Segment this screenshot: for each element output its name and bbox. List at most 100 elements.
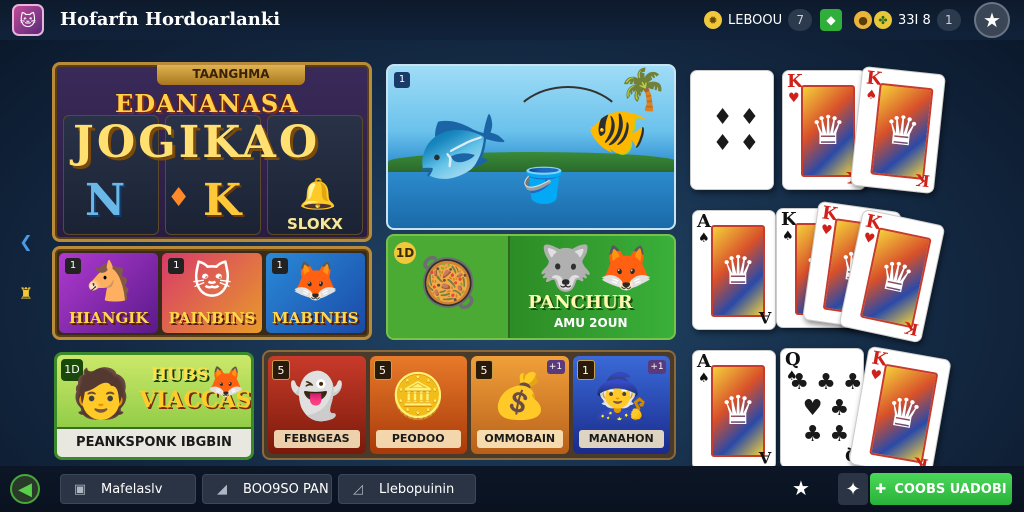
fish-icon: 🐟 (389, 77, 522, 208)
plus-icon: ✚ (875, 481, 887, 497)
sparkle-icon[interactable]: ✦ (838, 473, 868, 505)
game-tile-3[interactable]: 5 +1 💰 OMMOBAIN (471, 356, 569, 454)
game-tile-2-label: PEODOO (375, 430, 461, 448)
card-face: ♛ (870, 82, 934, 180)
card-rank-bottom: K (915, 170, 931, 191)
cat-icon: 🐱 (192, 259, 232, 303)
game-tile-3-label: OMMOBAIN (477, 430, 563, 448)
game-tile-1[interactable]: 5 👻 FEBNGEAS (268, 356, 366, 454)
tag-icon: ◢ (217, 481, 227, 497)
game-tile-3-corner: +1 (546, 360, 565, 374)
trophy-icon[interactable]: ★ (792, 476, 810, 500)
card-suit-icon: ♠ (698, 371, 710, 386)
game-tile-2[interactable]: 5 🪙 PEODOO (369, 356, 467, 454)
game-tile-1-tag: 5 (272, 360, 290, 380)
card-suit-icon: ♠ (864, 87, 878, 104)
cat-mascot-icon[interactable]: 🐱 (12, 4, 44, 36)
pancho-sub: AMU 2OUN (554, 316, 628, 330)
mini-game-2[interactable]: 1 🐱 PAINBINS (162, 253, 262, 333)
currency-3[interactable]: ✤ 33I 8 1 (874, 8, 961, 32)
playing-card[interactable]: A ♠ ♛ A (692, 350, 776, 470)
gold-coin-icon: 🪙 (390, 371, 446, 422)
game-tile-3-tag: 5 (475, 360, 493, 380)
witch-icon: 🧙 (593, 371, 649, 422)
jackpot-line-1: EDANANASA (115, 89, 299, 118)
side-trophy-icon[interactable]: ♜ (16, 282, 36, 304)
card-face: ♛ (711, 225, 765, 317)
card-suit-icon: ♠ (782, 229, 794, 244)
hub-game-tile[interactable]: 1D 🧑 HUBS VIACCAS 🦊 PEANKSPONK IBGBIN (54, 352, 254, 460)
gem-icon: ◆ (820, 9, 842, 31)
gold-bars-icon: 💰 (492, 371, 548, 422)
hub-bar-label: PEANKSPONK IBGBIN (57, 427, 251, 457)
playing-card[interactable]: ♦ ♦ ♦ ♦ (690, 70, 774, 190)
currency-3-add-button[interactable]: 1 (936, 9, 961, 31)
mini-game-1[interactable]: 1 🐴 HIANGIK (59, 253, 159, 333)
card-suit-icon: ♥ (788, 91, 800, 106)
arrow-left-icon[interactable]: ◀ (10, 474, 40, 504)
card-rank: A (697, 351, 711, 372)
flame-icon: ♦ (167, 183, 191, 213)
nav-button-2[interactable]: ◢ BOO9SO PAN (202, 474, 332, 504)
mini-game-1-tag: 1 (65, 258, 81, 274)
currency-2[interactable]: ◆ ● (820, 8, 872, 32)
nav-button-3-label: Llebopuinin (379, 481, 455, 497)
game-tile-4-corner: +1 (648, 360, 666, 374)
card-face: ♛ (801, 85, 855, 177)
game-tile-2-tag: 5 (373, 360, 392, 380)
hub-title-1: HUBS (151, 365, 209, 385)
card-rank-bottom: A (758, 308, 771, 327)
jackpot-letter-k: K (203, 175, 242, 226)
currency-1-add-button[interactable]: 7 (788, 9, 813, 31)
card-face: ♦ ♦ ♦ ♦ (709, 85, 763, 177)
nav-button-3[interactable]: ◿ Llebopuinin (338, 474, 476, 504)
fox-icon: 🦊 (207, 365, 245, 400)
mini-games-row: 1 🐴 HIANGIK 1 🐱 PAINBINS 1 🦊 MABINHS (52, 246, 372, 340)
cauldron-icon: 🥘 (418, 255, 478, 311)
jackpot-letter-n: N (85, 175, 126, 226)
cta-button[interactable]: ✚ COOBS UADOBI (870, 473, 1012, 505)
horse-icon: 🐴 (84, 259, 133, 303)
coin-stack-icon: ● (854, 11, 872, 29)
mini-game-3-tag: 1 (271, 258, 288, 274)
jackpot-banner[interactable]: TAANGHMA EDANANASA JOGIKAO N ♦ K 🔔 SLOKX (52, 62, 372, 242)
mini-game-3[interactable]: 1 🦊 MABINHS (265, 253, 365, 333)
nav-button-2-label: BOO9SO PAN (243, 481, 329, 497)
mini-game-2-tag: 1 (168, 258, 185, 274)
card-suit-icon: ♥ (868, 367, 883, 385)
playing-card[interactable]: K♠♛K (849, 65, 947, 195)
fox-icon: 🦊 (291, 259, 339, 303)
playing-card[interactable]: A ♠ ♛ A (692, 210, 776, 330)
card-icon: ▣ (73, 481, 87, 497)
mini-game-1-label: HIANGIK (68, 309, 149, 327)
mini-game-3-label: MABINHS (271, 309, 359, 327)
card-rank: A (697, 211, 711, 232)
card-face: ♣ ♣ ♣ ♥ ♣ ♣ ♣ (789, 363, 863, 455)
cats-icon: 🐺🦊 (538, 243, 660, 294)
game-tile-1-label: FEBNGEAS (274, 430, 360, 448)
pancho-label: PANCHUR (528, 292, 633, 313)
card-face: ♛ (711, 365, 765, 457)
side-arrow-icon[interactable]: ❮ (16, 230, 36, 252)
pancho-game-tile[interactable]: 1D 🥘 🐺🦊 PANCHUR AMU 2OUN (386, 234, 676, 340)
fishing-tag: 1 (394, 72, 410, 88)
nav-button-1[interactable]: ▣ Mafelaslv (60, 474, 196, 504)
game-tile-4[interactable]: 1 +1 🧙 MANAHON (572, 356, 670, 454)
star-icon[interactable]: ★ (974, 2, 1010, 38)
sun-coin-icon: ✹ (704, 11, 722, 29)
currency-1-label: LEBOOU (728, 12, 783, 28)
currency-3-value: 33I 8 (898, 12, 931, 28)
top-bar: 🐱 Hofarfn Hordoarlanki ✹ LEBOOU 7 ◆ ● ✤ … (0, 0, 1024, 40)
jackpot-tab: TAANGHMA (157, 65, 305, 85)
fishing-game-tile[interactable]: 🌴 🐟 🐠 🪣 1 (386, 64, 676, 230)
card-rank-bottom: K (902, 317, 921, 340)
cta-label: COOBS UADOBI (894, 481, 1007, 497)
mini-game-2-label: PAINBINS (168, 309, 256, 327)
person-icon: 🧑 (71, 366, 131, 422)
ghost-icon: 👻 (289, 371, 345, 422)
game-tiles-row: 5 👻 FEBNGEAS 5 🪙 PEODOO 5 +1 💰 OMMOBAIN … (262, 350, 676, 460)
bell-icon: 🔔 (299, 177, 337, 212)
currency-1[interactable]: ✹ LEBOOU 7 (704, 8, 813, 32)
pancho-left-box: 1D 🥘 (388, 236, 510, 338)
game-tile-4-label: MANAHON (578, 430, 664, 448)
